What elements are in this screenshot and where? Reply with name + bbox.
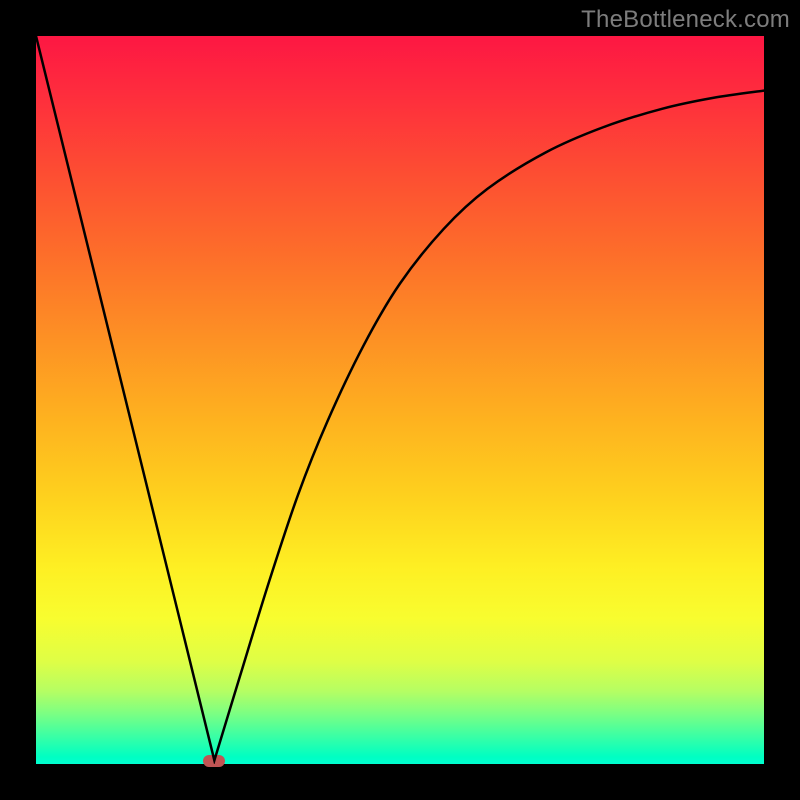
watermark-text: TheBottleneck.com bbox=[581, 6, 790, 34]
plot-area bbox=[36, 36, 764, 764]
valley-marker bbox=[203, 755, 225, 767]
chart-frame: TheBottleneck.com bbox=[0, 0, 800, 800]
